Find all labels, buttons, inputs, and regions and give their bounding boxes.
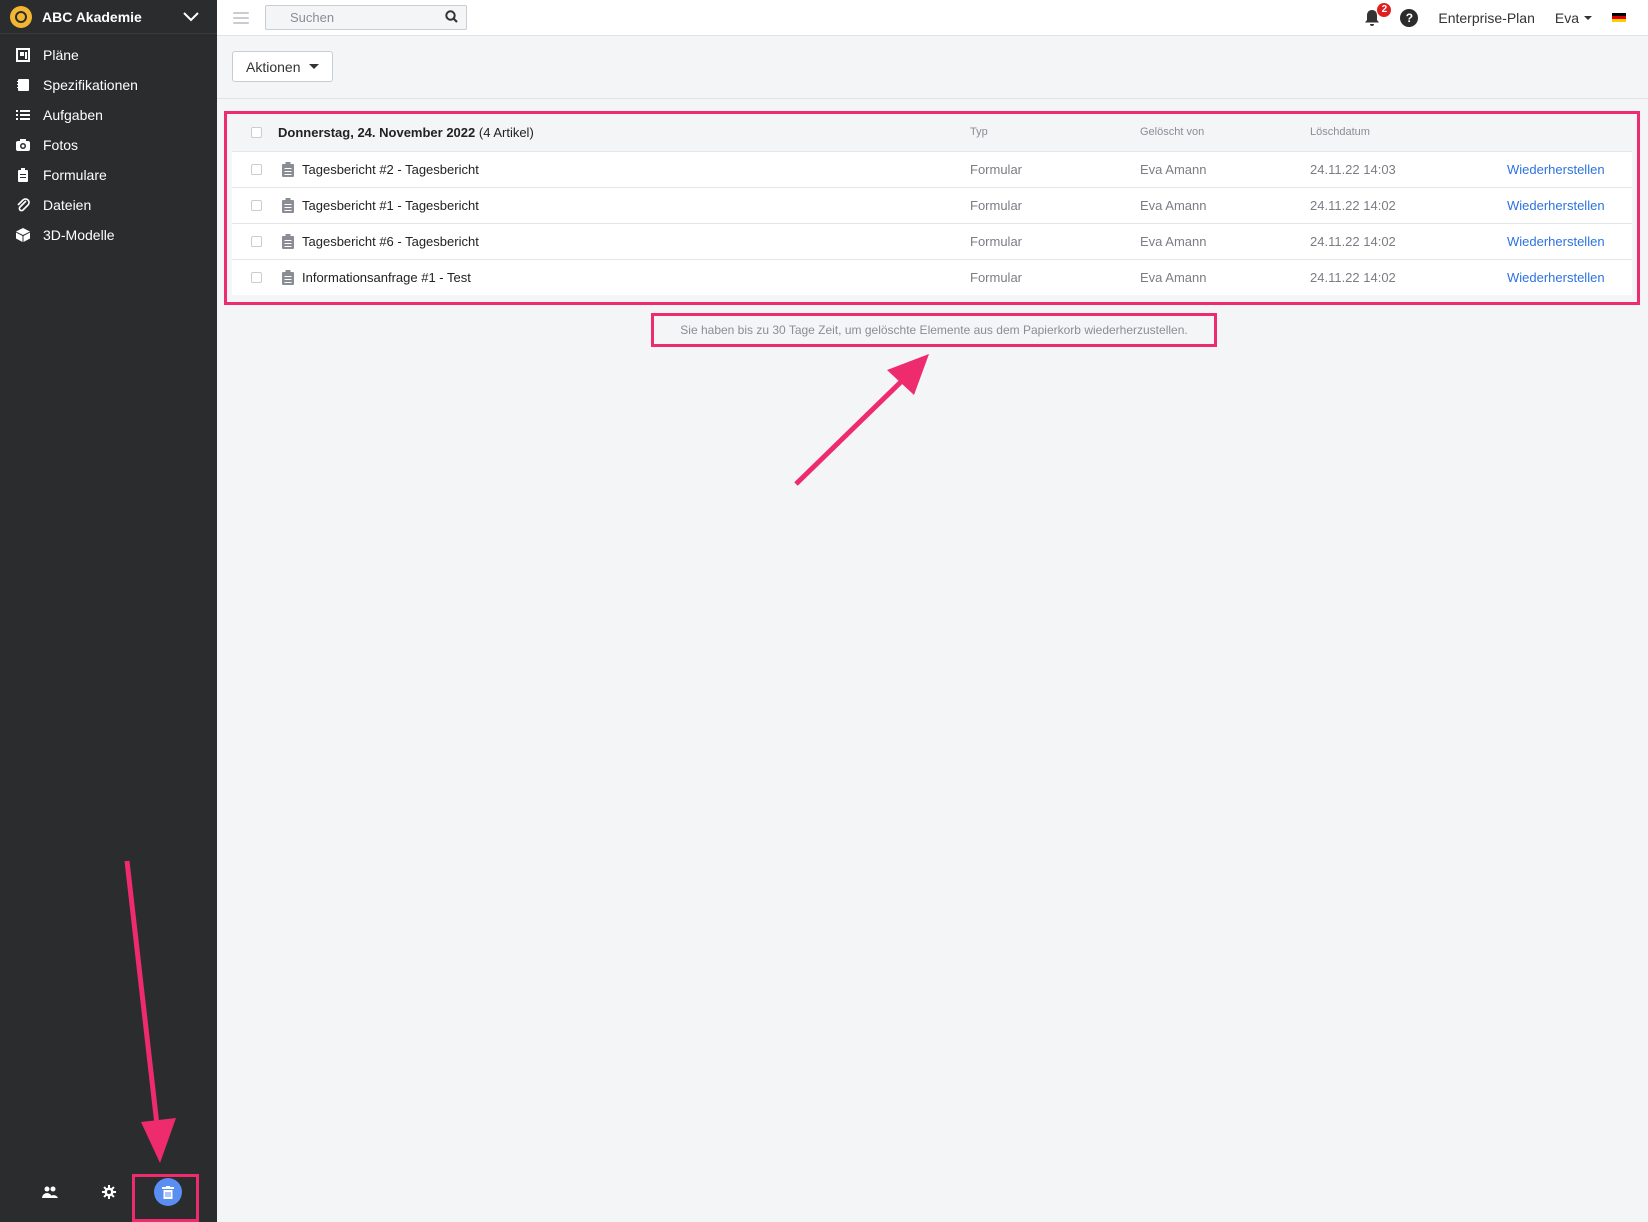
- spec-book-icon: [16, 78, 30, 92]
- list-icon: [16, 108, 30, 122]
- sidebar-item-plaene[interactable]: Pläne: [0, 40, 217, 70]
- sidebar: ABC Akademie Pläne Spezifikationen Aufga…: [0, 0, 217, 1222]
- item-name: Tagesbericht #2 - Tagesbericht: [302, 162, 479, 177]
- trash-icon: [153, 1178, 182, 1206]
- bell-icon[interactable]: 2: [1364, 2, 1392, 27]
- sidebar-item-label: Formulare: [43, 167, 107, 183]
- caret-down-icon: [309, 64, 320, 69]
- row-checkbox[interactable]: [251, 272, 262, 283]
- column-header-type: Typ: [970, 126, 988, 138]
- row-checkbox[interactable]: [251, 236, 262, 247]
- group-date: Donnerstag, 24. November 2022: [278, 124, 476, 140]
- chevron-down-icon[interactable]: [183, 9, 199, 25]
- column-header-deleted-date: Löschdatum: [1310, 126, 1370, 138]
- actions-label: Aktionen: [246, 58, 301, 75]
- item-deleted-by: Eva Amann: [1140, 198, 1207, 213]
- clipboard-icon: [16, 168, 30, 182]
- sidebar-item-spezifikationen[interactable]: Spezifikationen: [0, 70, 217, 100]
- restore-link[interactable]: Wiederherstellen: [1507, 234, 1605, 249]
- paperclip-icon: [16, 198, 30, 212]
- item-type: Formular: [970, 270, 1023, 285]
- help-icon[interactable]: ?: [1400, 8, 1419, 27]
- plans-icon: [16, 48, 30, 62]
- item-type: Formular: [970, 162, 1023, 177]
- table-row: Informationsanfrage #1 - Test Formular E…: [232, 259, 1632, 295]
- item-deleted-date: 24.11.22 14:02: [1310, 198, 1396, 213]
- sidebar-item-3d-modelle[interactable]: 3D-Modelle: [0, 220, 217, 250]
- users-icon[interactable]: [34, 1176, 66, 1208]
- item-name: Tagesbericht #6 - Tagesbericht: [302, 234, 479, 249]
- row-checkbox[interactable]: [251, 200, 262, 211]
- restore-link[interactable]: Wiederherstellen: [1507, 270, 1605, 285]
- group-title: Donnerstag, 24. November 2022 (4 Artikel…: [278, 125, 534, 140]
- top-bar-right: 2 ? Enterprise-Plan Eva: [1364, 2, 1648, 27]
- item-name: Tagesbericht #1 - Tagesbericht: [302, 198, 479, 213]
- item-deleted-date: 24.11.22 14:02: [1310, 234, 1396, 249]
- item-name: Informationsanfrage #1 - Test: [302, 270, 471, 285]
- sidebar-item-fotos[interactable]: Fotos: [0, 130, 217, 160]
- column-header-deleted-by: Gelöscht von: [1140, 126, 1205, 138]
- restore-link[interactable]: Wiederherstellen: [1507, 162, 1605, 177]
- sidebar-footer: [0, 1162, 217, 1222]
- form-document-icon: [282, 234, 294, 249]
- item-deleted-by: Eva Amann: [1140, 162, 1207, 177]
- table-row: Tagesbericht #2 - Tagesbericht Formular …: [232, 151, 1632, 187]
- sidebar-item-formulare[interactable]: Formulare: [0, 160, 217, 190]
- select-all-checkbox[interactable]: [251, 126, 262, 138]
- sidebar-nav: Pläne Spezifikationen Aufgaben Fotos For…: [0, 34, 217, 250]
- group-count: (4 Artikel): [478, 124, 534, 140]
- form-document-icon: [282, 162, 294, 177]
- camera-icon: [16, 138, 30, 152]
- org-switcher[interactable]: ABC Akademie: [0, 0, 217, 34]
- table-group-header: Donnerstag, 24. November 2022 (4 Artikel…: [232, 114, 1632, 150]
- trash-button[interactable]: [152, 1176, 184, 1208]
- row-checkbox[interactable]: [251, 164, 262, 175]
- table-row: Tagesbericht #1 - Tagesbericht Formular …: [232, 187, 1632, 223]
- trash-table: Donnerstag, 24. November 2022 (4 Artikel…: [224, 111, 1640, 305]
- gear-icon[interactable]: [93, 1176, 125, 1208]
- arrow-to-note: [794, 373, 910, 486]
- actions-dropdown-button[interactable]: Aktionen: [232, 51, 334, 82]
- org-logo: [10, 5, 32, 28]
- user-menu[interactable]: Eva: [1555, 10, 1592, 26]
- sidebar-item-dateien[interactable]: Dateien: [0, 190, 217, 220]
- item-deleted-by: Eva Amann: [1140, 234, 1207, 249]
- restore-link[interactable]: Wiederherstellen: [1507, 198, 1605, 213]
- menu-toggle-icon[interactable]: [233, 11, 249, 24]
- trash-retention-note: Sie haben bis zu 30 Tage Zeit, um gelösc…: [651, 313, 1217, 347]
- user-name: Eva: [1554, 9, 1579, 26]
- sidebar-item-aufgaben[interactable]: Aufgaben: [0, 100, 217, 130]
- actions-bar: Aktionen: [217, 36, 1648, 99]
- arrow-to-note-head: [887, 354, 929, 395]
- search-icon[interactable]: [445, 9, 458, 26]
- item-deleted-date: 24.11.22 14:03: [1310, 162, 1396, 177]
- form-document-icon: [282, 198, 294, 213]
- sidebar-item-label: Pläne: [43, 47, 79, 63]
- caret-down-icon: [1584, 15, 1592, 20]
- notification-badge: 2: [1377, 2, 1392, 17]
- german-flag-icon[interactable]: [1612, 12, 1626, 23]
- sidebar-item-label: Dateien: [43, 197, 92, 213]
- item-deleted-by: Eva Amann: [1140, 270, 1207, 285]
- sidebar-item-label: Fotos: [43, 137, 79, 153]
- sidebar-item-label: Spezifikationen: [43, 77, 138, 93]
- form-document-icon: [282, 270, 294, 285]
- sidebar-item-label: Aufgaben: [43, 107, 103, 123]
- search-input[interactable]: Suchen: [265, 5, 467, 30]
- org-name: ABC Akademie: [42, 8, 142, 25]
- sidebar-item-label: 3D-Modelle: [43, 227, 115, 243]
- plan-link[interactable]: Enterprise-Plan: [1438, 10, 1535, 26]
- table-row: Tagesbericht #6 - Tagesbericht Formular …: [232, 223, 1632, 259]
- item-type: Formular: [970, 198, 1023, 213]
- item-deleted-date: 24.11.22 14:02: [1310, 270, 1396, 285]
- search-placeholder: Suchen: [290, 10, 335, 25]
- top-bar: Suchen 2 ? Enterprise-Plan Eva: [217, 0, 1648, 36]
- cube-icon: [16, 228, 30, 242]
- item-type: Formular: [970, 234, 1023, 249]
